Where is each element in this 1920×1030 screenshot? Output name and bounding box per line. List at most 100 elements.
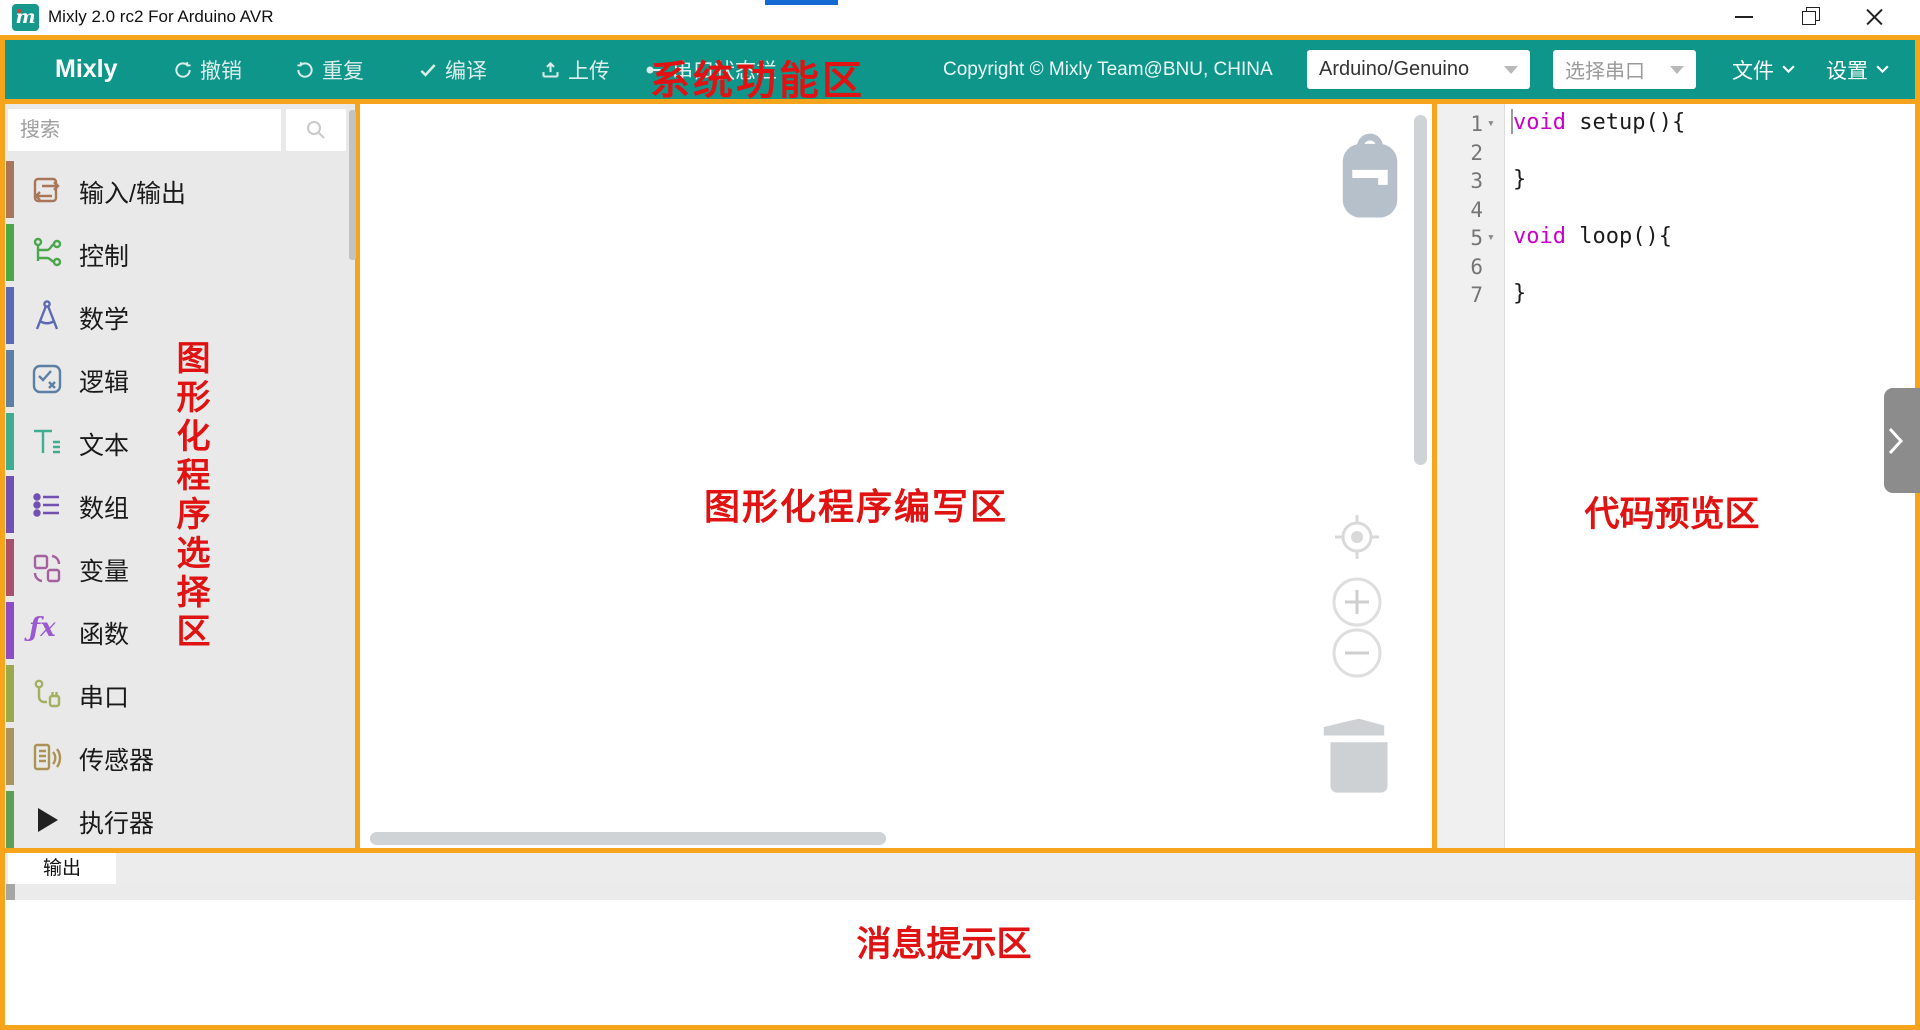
search-input[interactable] (8, 109, 281, 151)
undo-icon (173, 60, 193, 80)
category-label: 输入/输出 (79, 174, 186, 210)
code-text: loop(){ (1566, 224, 1672, 249)
category-color-bar (6, 287, 14, 344)
backpack-icon[interactable] (1337, 133, 1403, 228)
line-number: 2 (1437, 141, 1483, 165)
check-icon (418, 60, 438, 80)
canvas-vertical-scrollbar[interactable] (1414, 115, 1427, 465)
chevron-down-icon (1670, 66, 1684, 74)
top-blue-bar (765, 0, 838, 5)
settings-menu[interactable]: 设置 (1826, 40, 1890, 99)
serial-status-button[interactable]: 串口状态栏 (645, 40, 777, 99)
control-icon (29, 235, 65, 271)
category-color-bar (6, 665, 14, 722)
sidebar-item-variable[interactable]: 变量 (5, 536, 353, 599)
sidebar-item-function[interactable]: ƒx 函数 (5, 599, 353, 662)
category-label: 执行器 (79, 804, 154, 840)
close-button[interactable] (1852, 0, 1898, 33)
sidebar-item-math[interactable]: 数学 (5, 284, 353, 347)
restore-button[interactable] (1787, 0, 1833, 33)
compile-button[interactable]: 编译 (418, 40, 487, 99)
category-color-bar (6, 224, 14, 281)
category-label: 数组 (79, 489, 129, 525)
sensor-icon (29, 739, 65, 775)
window-title: Mixly 2.0 rc2 For Arduino AVR (48, 7, 274, 27)
text-cursor (1511, 109, 1513, 134)
canvas-region (355, 99, 1437, 853)
redo-button[interactable]: 重复 (295, 40, 364, 99)
code-region (1432, 99, 1920, 853)
compile-label: 编译 (445, 55, 487, 85)
line-number: 6 (1437, 255, 1483, 279)
sidebar-item-serial[interactable]: 串口 (5, 662, 353, 725)
category-color-bar (6, 350, 14, 407)
sidebar-item-io[interactable]: 输入/输出 (5, 158, 353, 221)
io-icon (29, 172, 65, 208)
zoom-out-button[interactable] (1331, 627, 1383, 684)
logic-icon (29, 361, 65, 397)
sidebar-item-control[interactable]: 控制 (5, 221, 353, 284)
line-number: 1 (1437, 112, 1483, 136)
trash-icon[interactable] (1318, 712, 1400, 801)
file-menu[interactable]: 文件 (1732, 40, 1796, 99)
chevron-down-icon (1781, 64, 1796, 75)
math-compass-icon (29, 298, 65, 334)
category-label: 变量 (79, 552, 129, 588)
upload-label: 上传 (568, 55, 610, 85)
copyright-text: Copyright © Mixly Team@BNU, CHINA (943, 40, 1273, 99)
category-label: 控制 (79, 237, 129, 273)
chevron-down-icon (1875, 64, 1890, 75)
brand-label[interactable]: Mixly (55, 40, 118, 99)
code-panel-collapse-handle[interactable] (1884, 388, 1920, 493)
board-select-value: Arduino/Genuino (1319, 58, 1469, 81)
code-text: setup(){ (1566, 110, 1685, 135)
settings-menu-label: 设置 (1826, 55, 1868, 85)
line-number: 7 (1437, 283, 1483, 307)
board-select[interactable]: Arduino/Genuino (1307, 50, 1530, 89)
sidebar-item-array[interactable]: 数组 (5, 473, 353, 536)
chevron-down-icon (1504, 66, 1518, 74)
redo-label: 重复 (322, 55, 364, 85)
mixly-window: m Mixly 2.0 rc2 For Arduino AVR Mixly 撤销… (0, 0, 1920, 1030)
undo-label: 撤销 (200, 55, 242, 85)
line-number: 3 (1437, 169, 1483, 193)
minimize-button[interactable] (1722, 0, 1768, 33)
variable-icon (29, 550, 65, 586)
category-label: 文本 (79, 426, 129, 462)
array-list-icon (29, 487, 65, 523)
fold-arrow-icon[interactable]: ▾ (1487, 230, 1495, 245)
zoom-in-button[interactable] (1331, 576, 1383, 633)
search-button[interactable] (286, 109, 346, 151)
output-scrollbar-thumb[interactable] (6, 884, 15, 900)
category-label: 数学 (79, 300, 129, 336)
mixly-logo-icon: m (12, 4, 39, 31)
serial-status-label: 串口状态栏 (672, 55, 777, 85)
category-label: 串口 (79, 678, 129, 714)
port-select[interactable]: 选择串口 (1553, 50, 1696, 89)
sidebar-item-logic[interactable]: 逻辑 (5, 347, 353, 410)
upload-button[interactable]: 上传 (540, 40, 610, 99)
actuator-play-icon (29, 802, 65, 838)
category-color-bar (6, 539, 14, 596)
upload-icon (540, 59, 561, 80)
function-fx-icon: ƒx (29, 613, 65, 649)
category-label: 逻辑 (79, 363, 129, 399)
code-keyword: void (1513, 110, 1566, 135)
category-color-bar (6, 161, 14, 218)
fold-arrow-icon[interactable]: ▾ (1487, 116, 1495, 131)
line-number: 4 (1437, 198, 1483, 222)
tab-output[interactable]: 输出 (8, 853, 116, 884)
category-color-bar (6, 602, 14, 659)
file-menu-label: 文件 (1732, 55, 1774, 85)
sidebar-item-text[interactable]: 文本 (5, 410, 353, 473)
serial-plug-icon (29, 676, 65, 712)
text-icon (29, 424, 65, 460)
center-view-button[interactable] (1333, 513, 1381, 566)
chevron-right-icon (1884, 424, 1908, 458)
category-color-bar (6, 791, 14, 848)
sidebar-item-actuator[interactable]: 执行器 (5, 788, 353, 851)
canvas-horizontal-scrollbar[interactable] (370, 832, 886, 845)
undo-button[interactable]: 撤销 (173, 40, 242, 99)
titlebar: m Mixly 2.0 rc2 For Arduino AVR (0, 0, 1920, 35)
sidebar-item-sensor[interactable]: 传感器 (5, 725, 353, 788)
